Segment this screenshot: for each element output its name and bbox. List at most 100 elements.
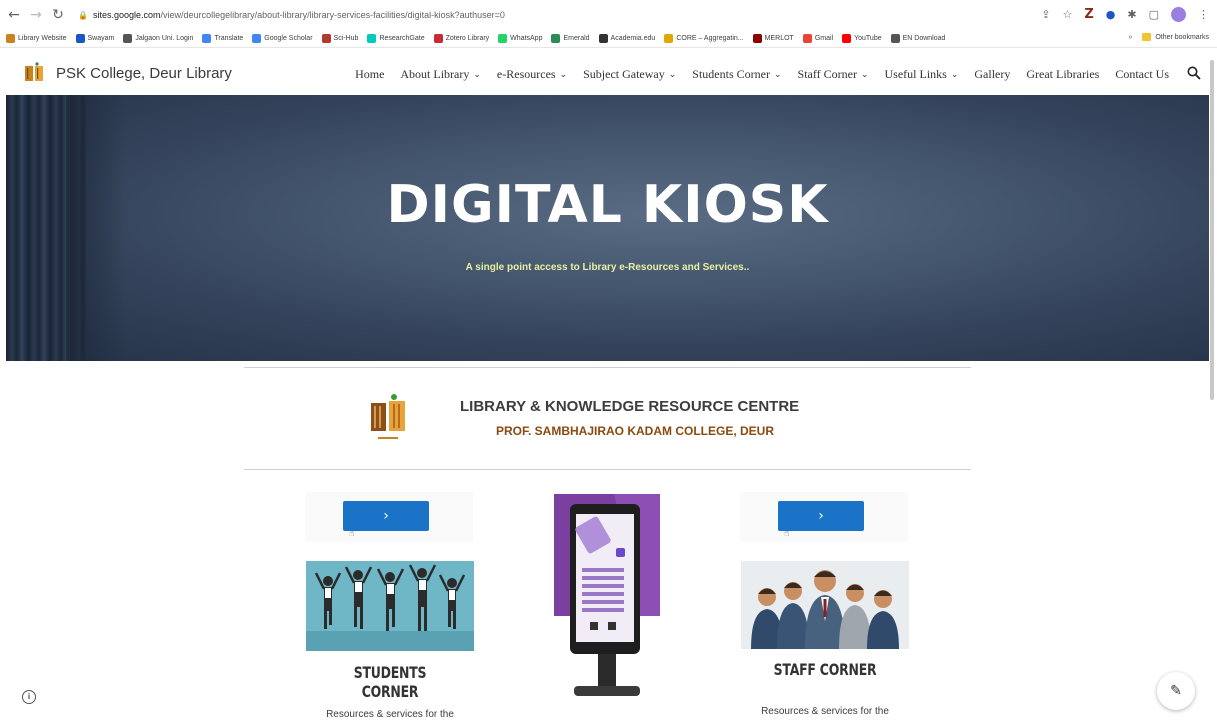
students-corner-button[interactable]: › bbox=[343, 501, 429, 531]
nav-item-e-resources[interactable]: e-Resources ⌄ bbox=[497, 67, 567, 82]
site-title[interactable]: PSK College, Deur Library bbox=[56, 65, 232, 82]
researchgate-icon bbox=[367, 34, 377, 43]
reload-icon[interactable]: ↻ bbox=[50, 7, 66, 23]
students-image[interactable] bbox=[306, 561, 474, 651]
bookmark-item[interactable]: WhatsApp bbox=[498, 34, 542, 43]
share-icon[interactable]: ⇪ bbox=[1041, 8, 1050, 21]
staff-corner-description: Resources & services for the bbox=[761, 706, 889, 717]
chevron-down-icon[interactable]: ⌄ bbox=[473, 70, 481, 80]
back-icon[interactable]: ← bbox=[6, 7, 22, 23]
nav-item-label: About Library bbox=[400, 67, 470, 81]
emerald-icon bbox=[551, 34, 561, 43]
staff-image[interactable] bbox=[741, 561, 909, 649]
chevron-down-icon[interactable]: ⌄ bbox=[560, 70, 568, 80]
nav-item-staff-corner[interactable]: Staff Corner ⌄ bbox=[798, 67, 869, 82]
extensions-puzzle-icon[interactable]: ✱ bbox=[1127, 8, 1136, 21]
chevron-down-icon[interactable]: ⌄ bbox=[669, 70, 677, 80]
bookmarks-overflow-icon[interactable]: » bbox=[1128, 34, 1132, 41]
swayam-icon bbox=[75, 34, 85, 43]
bookmark-label: Jalgaon Uni. Login bbox=[135, 35, 194, 42]
bookmark-item[interactable]: Emerald bbox=[551, 34, 590, 43]
hand-cursor-icon: ☝ bbox=[784, 529, 790, 539]
bookmark-item[interactable]: ResearchGate bbox=[367, 34, 425, 43]
bookmark-item[interactable]: Gmail bbox=[802, 34, 833, 43]
bookmark-label: CORE – Aggregatin... bbox=[676, 35, 744, 42]
digital-kiosk-image bbox=[554, 494, 660, 696]
nav-item-useful-links[interactable]: Useful Links ⌄ bbox=[885, 67, 959, 82]
bookmark-item[interactable]: Zotero Library bbox=[433, 34, 490, 43]
bookmark-label: WhatsApp bbox=[510, 35, 543, 42]
search-icon[interactable] bbox=[1187, 66, 1201, 80]
edit-pencil-icon[interactable]: ✎ bbox=[1157, 672, 1195, 710]
folder-icon bbox=[1142, 33, 1152, 41]
translate-icon bbox=[202, 34, 212, 43]
nav-item-label: Students Corner bbox=[692, 67, 770, 81]
side-panel-icon[interactable]: ▢ bbox=[1149, 8, 1159, 21]
bookmark-label: Library Website bbox=[18, 35, 67, 42]
nav-item-home[interactable]: Home bbox=[355, 67, 384, 82]
bookmark-item[interactable]: MERLOT bbox=[752, 34, 794, 43]
whatsapp-icon bbox=[498, 34, 508, 43]
nav-item-great-libraries[interactable]: Great Libraries bbox=[1026, 67, 1099, 82]
bookmark-item[interactable]: Sci-Hub bbox=[321, 34, 359, 43]
bookmark-label: Zotero Library bbox=[445, 35, 490, 42]
nav-item-label: Great Libraries bbox=[1026, 67, 1100, 81]
bookmark-item[interactable]: Translate bbox=[202, 34, 243, 43]
bookmark-label: Emerald bbox=[563, 35, 590, 42]
bookmark-item[interactable]: CORE – Aggregatin... bbox=[664, 34, 744, 43]
bookmarks-bar: Library Website Swayam Jalgaon Uni. Login T… bbox=[0, 30, 1217, 48]
nav-item-about-library[interactable]: About Library ⌄ bbox=[400, 67, 481, 82]
extension-circle-icon[interactable]: ● bbox=[1106, 8, 1116, 21]
nav-item-label: Subject Gateway bbox=[583, 67, 665, 81]
staff-corner-button[interactable]: › bbox=[778, 501, 864, 531]
forward-icon[interactable]: → bbox=[28, 7, 44, 23]
site-header: PSK College, Deur Library Home About Libr… bbox=[0, 49, 1217, 95]
chevron-down-icon[interactable]: ⌄ bbox=[774, 70, 782, 80]
bookmark-label: MERLOT bbox=[764, 35, 794, 42]
url-host: sites.google.com bbox=[93, 10, 161, 20]
staff-corner-heading: STAFF CORNER bbox=[773, 660, 877, 679]
address-bar[interactable]: 🔒 sites.google.com /view/deurcollegelibr… bbox=[78, 10, 505, 20]
bookmark-item[interactable]: Jalgaon Uni. Login bbox=[123, 34, 193, 43]
chevron-down-icon[interactable]: ⌄ bbox=[861, 70, 869, 80]
bookmark-label: Swayam bbox=[87, 35, 115, 42]
bookmark-item[interactable]: Library Website bbox=[6, 34, 67, 43]
students-button-area: › ☝ bbox=[305, 492, 473, 542]
zotero-extension-icon[interactable]: Z bbox=[1084, 7, 1093, 22]
nav-item-contact-us[interactable]: Contact Us bbox=[1115, 67, 1169, 82]
bookmark-item[interactable]: YouTube bbox=[842, 34, 882, 43]
academia-icon bbox=[598, 34, 608, 43]
menu-kebab-icon[interactable]: ⋮ bbox=[1198, 8, 1209, 21]
bookmark-label: ResearchGate bbox=[379, 35, 425, 42]
scihub-icon bbox=[321, 34, 331, 43]
nav-item-label: e-Resources bbox=[496, 67, 556, 81]
browser-toolbar: ← → ↻ 🔒 sites.google.com /view/deurcolle… bbox=[0, 0, 1217, 30]
url-path: /view/deurcollegelibrary/about-library/l… bbox=[160, 10, 505, 20]
chevron-down-icon[interactable]: ⌄ bbox=[951, 70, 959, 80]
bookmark-label: Sci-Hub bbox=[333, 35, 359, 42]
college-subtitle: PROF. SAMBHAJIRAO KADAM COLLEGE, DEUR bbox=[496, 424, 775, 438]
star-icon[interactable]: ☆ bbox=[1062, 8, 1072, 21]
bookmark-item[interactable]: Academia.edu bbox=[598, 34, 655, 43]
hero-subtitle: A single point access to Library e-Resou… bbox=[465, 262, 750, 273]
youtube-icon bbox=[842, 34, 852, 43]
site-nav: Home About Library ⌄ e-Resources ⌄ Subject Ga… bbox=[355, 67, 1169, 82]
library-logo-icon bbox=[371, 394, 405, 439]
lock-icon: 🔒 bbox=[78, 10, 88, 20]
bookmark-label: EN Download bbox=[902, 35, 946, 42]
library-title: LIBRARY & KNOWLEDGE RESOURCE CENTRE bbox=[460, 398, 800, 415]
info-icon[interactable]: i bbox=[22, 690, 36, 704]
site-logo-icon[interactable] bbox=[24, 62, 44, 84]
nav-item-label: Home bbox=[355, 67, 385, 81]
nav-item-students-corner[interactable]: Students Corner ⌄ bbox=[692, 67, 781, 82]
bookmark-item[interactable]: EN Download bbox=[890, 34, 946, 43]
divider-top bbox=[244, 367, 971, 368]
browser-actions: ⇪ ☆ Z ● ✱ ▢ ⋮ bbox=[1041, 7, 1209, 22]
other-bookmarks[interactable]: » Other bookmarks bbox=[1128, 33, 1209, 41]
nav-item-gallery[interactable]: Gallery bbox=[974, 67, 1010, 82]
bookmark-item[interactable]: Swayam bbox=[75, 34, 115, 43]
bookmark-item[interactable]: Google Scholar bbox=[252, 34, 313, 43]
profile-avatar[interactable] bbox=[1171, 7, 1186, 22]
nav-item-subject-gateway[interactable]: Subject Gateway ⌄ bbox=[583, 67, 676, 82]
page-scrollbar[interactable] bbox=[1210, 60, 1214, 400]
